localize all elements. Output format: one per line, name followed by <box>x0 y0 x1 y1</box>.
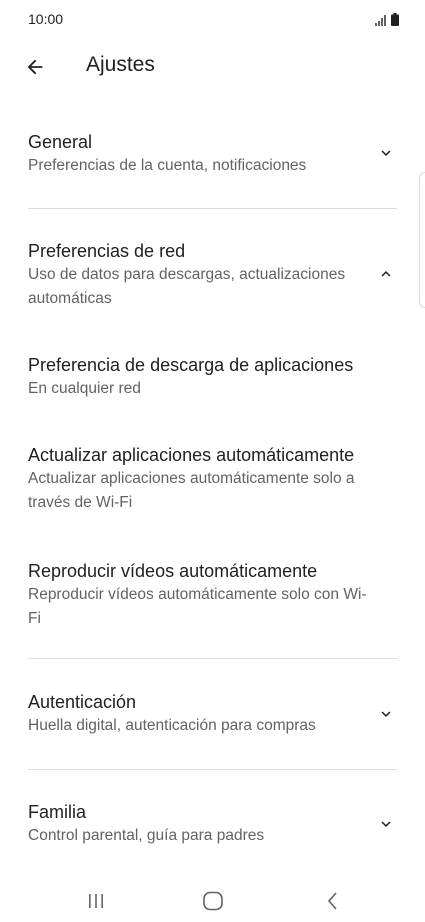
setting-title: Actualizar aplicaciones automáticamente <box>28 445 355 465</box>
chevron-up-icon <box>381 271 391 277</box>
section-title: Preferencias de red <box>28 241 186 261</box>
status-time: 10:00 <box>28 11 64 27</box>
chevron-down-icon <box>381 150 391 156</box>
back-button[interactable] <box>18 50 52 84</box>
status-bar: 10:00 <box>0 0 425 40</box>
home-button[interactable] <box>193 886 233 916</box>
section-subtitle: Preferencias de la cuenta, notificacione… <box>28 157 307 174</box>
section-authentication[interactable]: Autenticación Huella digital, autenticac… <box>0 659 425 769</box>
setting-subtitle: Actualizar aplicaciones automáticamente … <box>28 470 355 511</box>
setting-auto-update-apps[interactable]: Actualizar aplicaciones automáticamente … <box>0 413 425 529</box>
section-general[interactable]: General Preferencias de la cuenta, notif… <box>0 112 425 208</box>
home-icon <box>203 891 223 911</box>
battery-icon <box>391 13 399 26</box>
page-title: Ajustes <box>86 53 155 76</box>
section-family[interactable]: Familia Control parental, guía para padr… <box>0 770 425 870</box>
section-title: Familia <box>28 802 87 822</box>
section-subtitle: Control parental, guía para padres <box>28 827 265 844</box>
nav-back-button[interactable] <box>313 886 353 916</box>
system-nav-bar <box>0 884 425 922</box>
setting-subtitle: En cualquier red <box>28 380 141 397</box>
setting-autoplay-videos[interactable]: Reproducir vídeos automáticamente Reprod… <box>0 529 425 658</box>
setting-subtitle: Reproducir vídeos automáticamente solo c… <box>28 586 367 627</box>
arrow-back-icon <box>27 59 43 75</box>
settings-list: General Preferencias de la cuenta, notif… <box>0 112 425 870</box>
chevron-down-icon <box>381 821 391 827</box>
status-icons <box>375 13 399 26</box>
app-bar: Ajustes <box>0 40 425 96</box>
section-title: Autenticación <box>28 692 137 712</box>
setting-title: Reproducir vídeos automáticamente <box>28 561 318 581</box>
section-subtitle: Uso de datos para descargas, actualizaci… <box>28 266 346 307</box>
chevron-down-icon <box>381 711 391 717</box>
section-subtitle: Huella digital, autenticación para compr… <box>28 717 316 734</box>
back-icon <box>327 892 337 910</box>
recents-button[interactable] <box>76 886 116 916</box>
setting-download-preference[interactable]: Preferencia de descarga de aplicaciones … <box>0 321 425 413</box>
scrollbar[interactable] <box>419 172 425 308</box>
section-network-preferences[interactable]: Preferencias de red Uso de datos para de… <box>0 209 425 321</box>
recents-icon <box>89 894 103 908</box>
setting-title: Preferencia de descarga de aplicaciones <box>28 355 354 375</box>
signal-icon <box>375 15 386 26</box>
section-title: General <box>28 132 93 152</box>
